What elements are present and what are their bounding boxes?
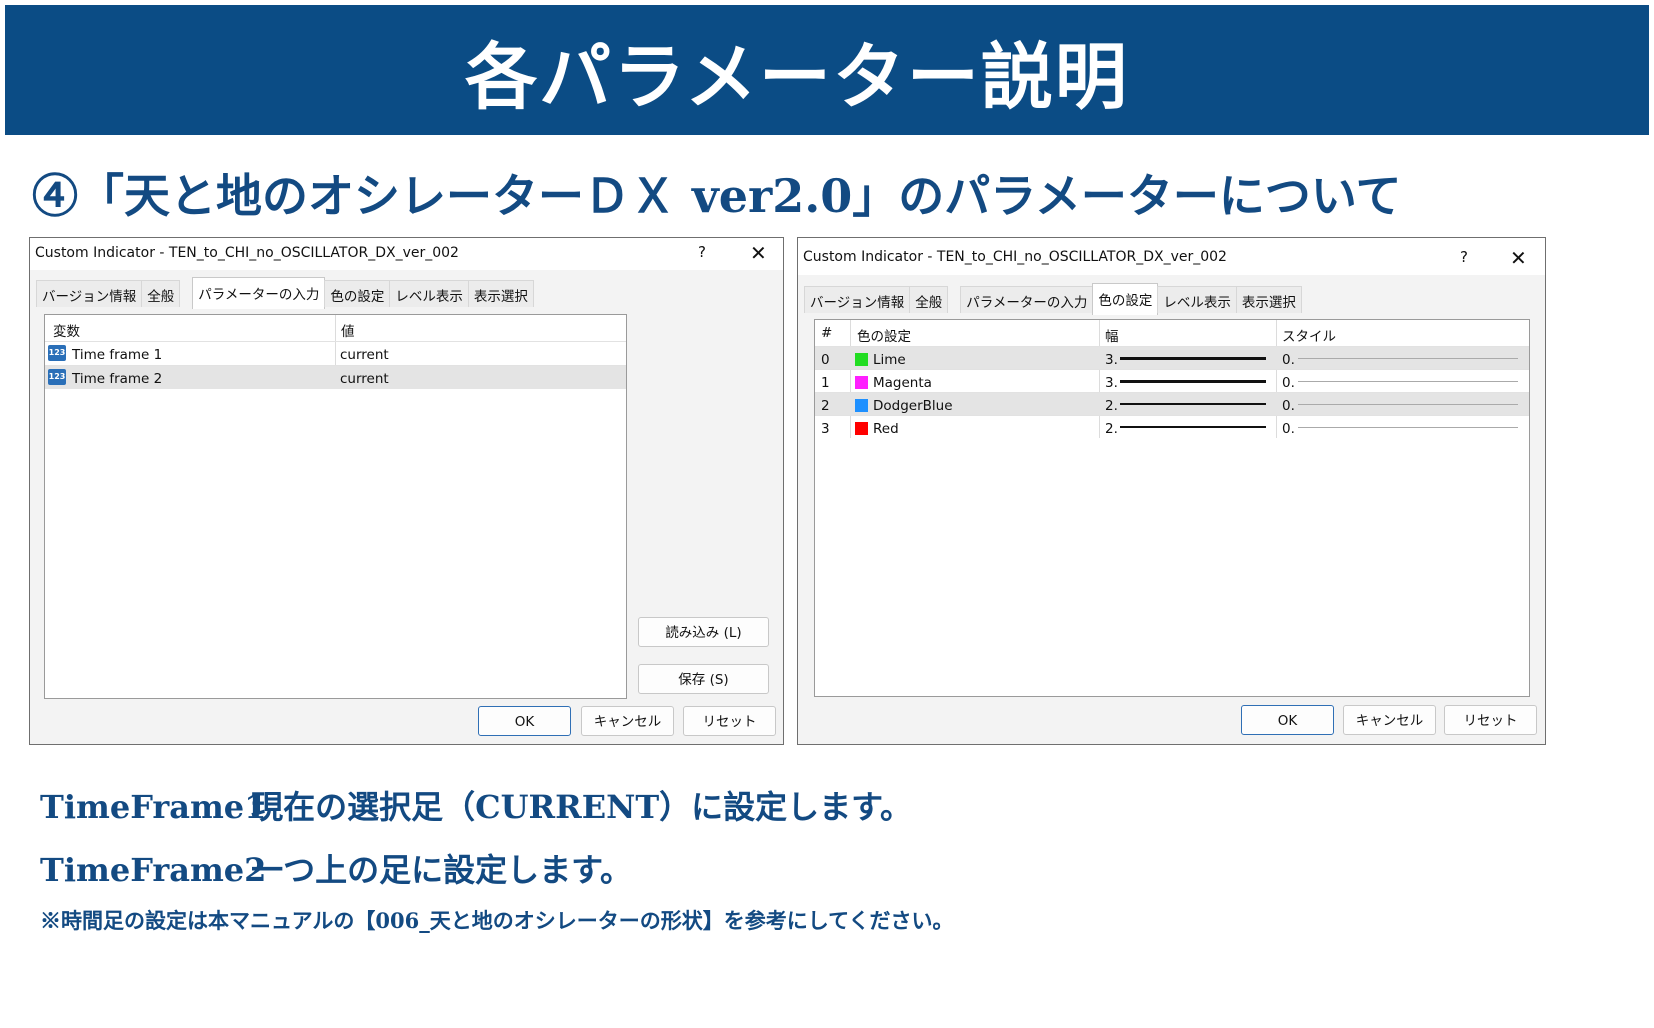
row-width[interactable]: 2. [1105,398,1118,414]
tab-parameters[interactable]: パラメーターの入力 [960,286,1094,313]
row-index: 0 [821,352,830,368]
reset-button[interactable]: リセット [1444,705,1537,735]
section-heading: ④「天と地のオシレーターＤＸ ver2.0」のパラメーターについて [32,169,1402,223]
width-preview [1120,426,1266,428]
note-key: TimeFrame1 [40,788,267,826]
column-value[interactable]: 値 [341,320,355,340]
note-key: TimeFrame2 [40,851,267,889]
width-preview [1120,380,1266,383]
tab-visualization[interactable]: 表示選択 [1235,286,1302,313]
page-title: 各パラメーター説明 [465,34,1129,119]
tab-version[interactable]: バージョン情報 [804,286,911,313]
column-width[interactable]: 幅 [1105,325,1119,345]
table-header: # 色の設定 幅 スタイル [815,320,1529,346]
tab-visualization[interactable]: 表示選択 [467,280,534,307]
integer-icon: 123 [48,345,66,361]
row-style[interactable]: 0. [1282,375,1295,391]
ok-button[interactable]: OK [478,706,571,736]
row-variable: Time frame 2 [72,371,163,387]
table-row[interactable]: 123 Time frame 2 current [45,365,626,389]
note-text: 現在の選択足（CURRENT）に設定します。 [251,788,912,826]
note-timeframe2: TimeFrame2 一つ上の足に設定します。 [40,845,632,891]
dialog-titlebar: Custom Indicator - TEN_to_CHI_no_OSCILLA… [30,238,783,270]
tab-bar: バージョン情報 全般 パラメーターの入力 色の設定 レベル表示 表示選択 [804,283,1302,315]
load-button[interactable]: 読み込み (L) [638,617,769,647]
color-swatch[interactable] [855,422,868,435]
row-index: 3 [821,421,830,437]
footnote: ※時間足の設定は本マニュアルの【006_天と地のオシレーターの形状】を参考にして… [40,908,954,933]
column-color[interactable]: 色の設定 [857,325,911,345]
tab-version[interactable]: バージョン情報 [36,280,143,307]
integer-icon: 123 [48,369,66,385]
dialog-colors: Custom Indicator - TEN_to_CHI_no_OSCILLA… [797,237,1546,745]
tab-general[interactable]: 全般 [141,280,181,307]
note-timeframe1: TimeFrame1 現在の選択足（CURRENT）に設定します。 [40,782,912,828]
row-color-name[interactable]: Magenta [873,375,932,391]
cancel-button[interactable]: キャンセル [1343,705,1436,735]
style-preview [1298,358,1518,359]
dialog-titlebar: Custom Indicator - TEN_to_CHI_no_OSCILLA… [798,238,1545,275]
help-button[interactable]: ? [698,243,706,261]
row-value[interactable]: current [340,371,389,387]
table-row[interactable]: 2 DodgerBlue 2. 0. [815,392,1529,416]
tab-levels[interactable]: レベル表示 [389,280,469,307]
row-index: 2 [821,398,830,414]
tab-parameters[interactable]: パラメーターの入力 [192,277,326,309]
note-text: 一つ上の足に設定します。 [251,851,632,889]
dialog-title: Custom Indicator - TEN_to_CHI_no_OSCILLA… [35,245,459,261]
style-preview [1298,404,1518,405]
parameters-table: 変数 値 123 Time frame 1 current 123 Time f… [44,314,627,699]
style-preview [1298,427,1518,428]
tab-colors[interactable]: 色の設定 [324,280,391,307]
table-row[interactable]: 1 Magenta 3. 0. [815,369,1529,393]
close-icon[interactable]: ✕ [1510,246,1527,270]
dialog-title: Custom Indicator - TEN_to_CHI_no_OSCILLA… [803,249,1227,265]
row-color-name[interactable]: Lime [873,352,906,368]
dialog-parameters: Custom Indicator - TEN_to_CHI_no_OSCILLA… [29,237,784,745]
ok-button[interactable]: OK [1241,705,1334,735]
style-preview [1298,381,1518,382]
reset-button[interactable]: リセット [683,706,776,736]
row-width[interactable]: 3. [1105,352,1118,368]
row-value[interactable]: current [340,347,389,363]
help-button[interactable]: ? [1460,248,1468,266]
column-variable[interactable]: 変数 [53,320,80,340]
width-preview [1120,403,1266,405]
close-icon[interactable]: ✕ [750,241,767,265]
table-row[interactable]: 0 Lime 3. 0. [815,346,1529,370]
tab-colors[interactable]: 色の設定 [1092,283,1159,315]
row-index: 1 [821,375,830,391]
row-variable: Time frame 1 [72,347,163,363]
color-swatch[interactable] [855,376,868,389]
tab-bar: バージョン情報 全般 パラメーターの入力 色の設定 レベル表示 表示選択 [36,277,534,309]
colors-table: # 色の設定 幅 スタイル 0 Lime 3. 0. 1 Magenta 3. … [814,319,1530,697]
resize-grip[interactable] [1535,734,1543,742]
header-banner: 各パラメーター説明 [5,5,1649,135]
row-style[interactable]: 0. [1282,398,1295,414]
tab-levels[interactable]: レベル表示 [1157,286,1237,313]
row-color-name[interactable]: Red [873,421,899,437]
column-style[interactable]: スタイル [1282,325,1336,345]
row-style[interactable]: 0. [1282,421,1295,437]
row-color-name[interactable]: DodgerBlue [873,398,953,414]
row-style[interactable]: 0. [1282,352,1295,368]
width-preview [1120,357,1266,360]
cancel-button[interactable]: キャンセル [581,706,674,736]
color-swatch[interactable] [855,399,868,412]
save-button[interactable]: 保存 (S) [638,664,769,694]
color-swatch[interactable] [855,353,868,366]
row-width[interactable]: 3. [1105,375,1118,391]
tab-general[interactable]: 全般 [909,286,949,313]
resize-grip[interactable] [773,734,781,742]
row-width[interactable]: 2. [1105,421,1118,437]
table-row[interactable]: 3 Red 2. 0. [815,415,1529,439]
column-index[interactable]: # [821,325,832,341]
table-row[interactable]: 123 Time frame 1 current [45,341,626,365]
